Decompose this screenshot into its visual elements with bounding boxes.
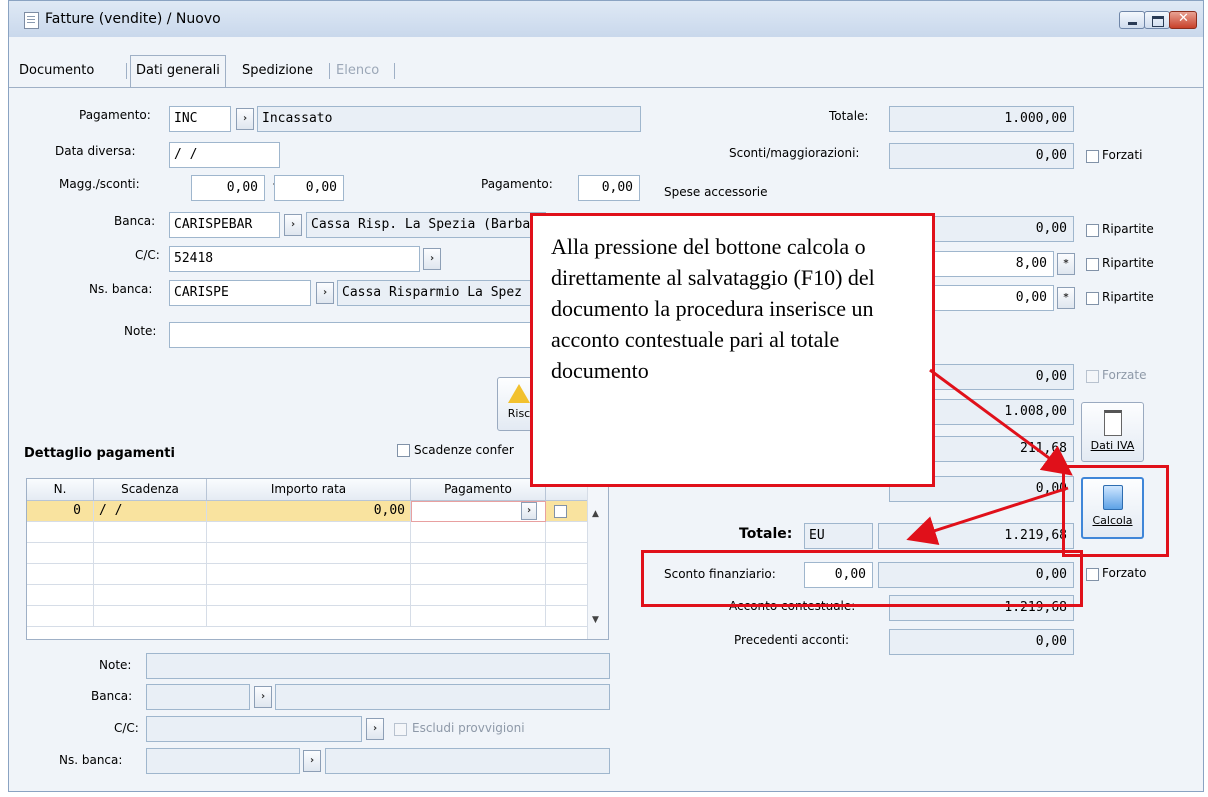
annotation-arrows <box>906 368 1073 545</box>
